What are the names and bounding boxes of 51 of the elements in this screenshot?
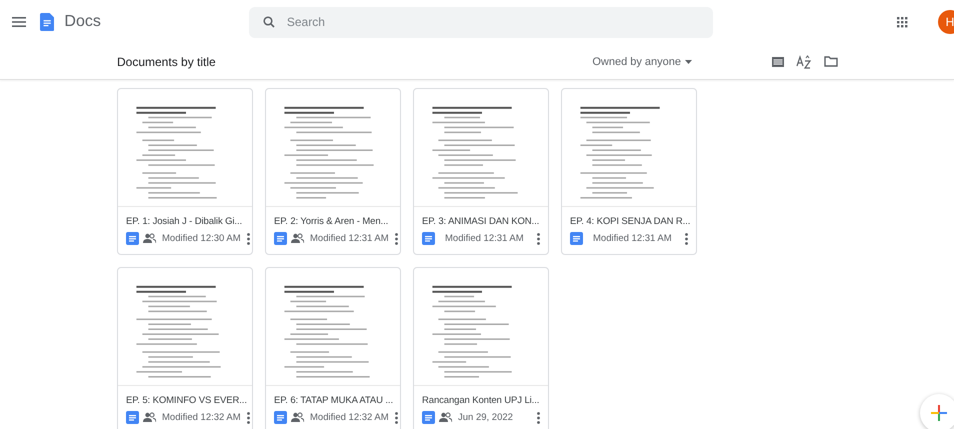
- list-view-icon[interactable]: [772, 56, 784, 66]
- new-document-button[interactable]: [920, 394, 954, 429]
- document-card[interactable]: EP. 2: Yorris & Aren - Men... Modified 12:31 AM: [265, 88, 401, 255]
- document-title: EP. 5: KOMINFO VS EVER...: [126, 395, 247, 406]
- document-icon: [126, 411, 139, 424]
- document-title: Rancangan Konten UPJ Li...: [422, 395, 540, 406]
- account-avatar[interactable]: H: [938, 10, 954, 34]
- modified-date: Modified 12:31 AM: [310, 233, 389, 244]
- document-icon: [126, 232, 139, 245]
- search-field[interactable]: Search: [248, 6, 713, 38]
- more-options-icon[interactable]: [683, 232, 690, 244]
- more-options-icon[interactable]: [392, 232, 400, 244]
- document-title: EP. 4: KOPI SENJA DAN R...: [570, 216, 690, 227]
- modified-date: Modified 12:31 AM: [593, 233, 672, 244]
- dropdown-caret-icon: [685, 60, 692, 64]
- more-options-icon[interactable]: [244, 412, 252, 424]
- document-card[interactable]: EP. 5: KOMINFO VS EVER... Modified 12:32 AM: [117, 267, 253, 429]
- modified-date: Modified 12:30 AM: [162, 233, 241, 244]
- menu-icon[interactable]: [12, 17, 26, 27]
- modified-date: Modified 12:32 AM: [310, 412, 389, 423]
- document-icon: [422, 411, 435, 424]
- modified-date: Modified 12:31 AM: [445, 233, 524, 244]
- plus-icon: [931, 405, 947, 421]
- sort-icon[interactable]: [796, 54, 812, 68]
- document-card[interactable]: EP. 4: KOPI SENJA DAN R... Modified 12:31 AM: [561, 88, 697, 255]
- document-card[interactable]: EP. 1: Josiah J - Dibalik Gi... Modified 12:30 AM: [117, 88, 253, 255]
- document-icon: [40, 13, 54, 31]
- app-name: Docs: [64, 13, 101, 31]
- document-icon: [274, 411, 287, 424]
- modified-date: Modified 12:32 AM: [162, 412, 241, 423]
- document-card[interactable]: EP. 3: ANIMASI DAN KON... Modified 12:31 AM: [413, 88, 549, 255]
- document-title: EP. 3: ANIMASI DAN KON...: [422, 216, 540, 227]
- document-title: EP. 6: TATAP MUKA ATAU ...: [274, 395, 394, 406]
- document-card[interactable]: EP. 6: TATAP MUKA ATAU ... Modified 12:32 AM: [265, 267, 401, 429]
- document-icon: [570, 232, 583, 245]
- more-options-icon[interactable]: [244, 232, 252, 244]
- search-input[interactable]: Search: [284, 14, 713, 30]
- section-title: Documents by title: [117, 54, 216, 68]
- document-title: EP. 2: Yorris & Aren - Men...: [274, 216, 388, 227]
- more-options-icon[interactable]: [535, 412, 542, 424]
- search-icon: [262, 16, 275, 28]
- owner-filter[interactable]: Owned by anyone: [592, 56, 692, 68]
- document-icon: [274, 232, 287, 245]
- document-title: EP. 1: Josiah J - Dibalik Gi...: [126, 216, 242, 227]
- folder-icon[interactable]: [824, 56, 838, 67]
- more-options-icon[interactable]: [392, 412, 400, 424]
- modified-date: Jun 29, 2022: [458, 412, 513, 423]
- document-icon: [422, 232, 435, 245]
- document-card[interactable]: Rancangan Konten UPJ Li... Jun 29, 2022: [413, 267, 549, 429]
- more-options-icon[interactable]: [535, 232, 542, 244]
- apps-grid-icon[interactable]: [897, 16, 908, 28]
